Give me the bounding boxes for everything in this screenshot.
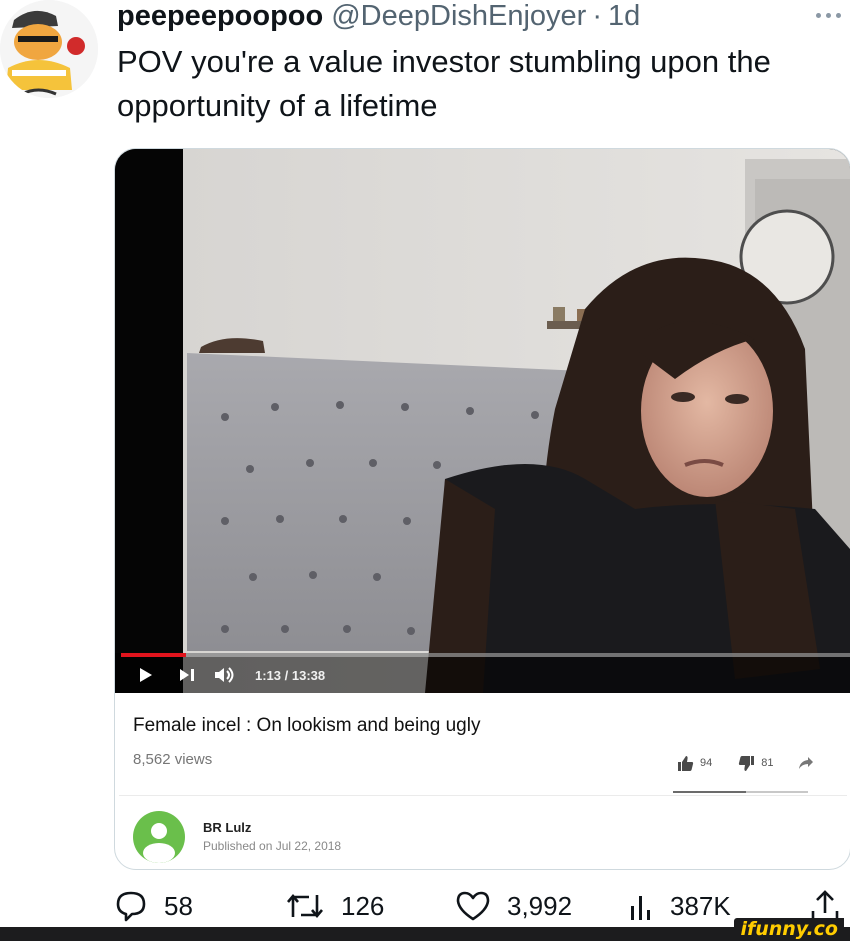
video-title[interactable]: Female incel : On lookism and being ugly: [133, 715, 480, 737]
video-frame-image: [115, 149, 850, 693]
channel-name[interactable]: BR Lulz: [203, 820, 251, 835]
volume-icon[interactable]: [213, 666, 237, 684]
next-icon[interactable]: [177, 666, 197, 684]
tweet-like-count: 3,992: [507, 890, 573, 921]
tweet-engagement-bar: 58 126 3,992 387K: [0, 885, 850, 927]
avatar-illustration: [0, 0, 98, 98]
ifunny-watermark: ifunny.co: [734, 918, 844, 941]
retweet-button[interactable]: 126: [285, 885, 384, 927]
user-handle[interactable]: @DeepDishEnjoyer: [331, 0, 586, 32]
like-tweet-button[interactable]: 3,992: [455, 885, 572, 927]
dislike-count: 81: [761, 757, 774, 769]
reply-icon: [116, 891, 146, 922]
retweet-count: 126: [341, 890, 385, 921]
more-dot: [835, 12, 841, 18]
video-view-count: 8,562 views: [133, 751, 213, 768]
thumbs-up-icon: [678, 755, 694, 771]
video-controls: 1:13 / 13:38: [115, 657, 850, 693]
more-options-button[interactable]: [808, 6, 848, 24]
display-name[interactable]: peepeepoopoo: [117, 0, 323, 32]
thumbs-down-icon: [739, 755, 755, 771]
reply-button[interactable]: 58: [114, 885, 193, 927]
view-count: 387K: [670, 890, 731, 921]
like-icon: [456, 891, 490, 921]
play-icon[interactable]: [137, 666, 155, 684]
publish-date: Published on Jul 22, 2018: [203, 839, 342, 853]
more-dot: [825, 12, 831, 18]
tweet-timestamp[interactable]: 1d: [608, 0, 640, 32]
video-player[interactable]: 1:13 / 13:38: [115, 149, 850, 693]
like-ratio-fill: [673, 791, 746, 793]
reply-count: 58: [164, 890, 193, 921]
like-dislike-ratio-bar: [673, 791, 808, 793]
like-button[interactable]: 94: [677, 755, 712, 772]
tweet-text: POV you're a value investor stumbling up…: [117, 44, 771, 123]
share-icon[interactable]: [798, 756, 814, 770]
video-time-readout: 1:13 / 13:38: [255, 667, 326, 683]
watermark-bar: [0, 927, 850, 941]
more-horizontal-icon: [815, 12, 821, 18]
dislike-button[interactable]: 81: [738, 755, 774, 772]
views-button[interactable]: 387K: [628, 885, 731, 927]
user-avatar[interactable]: [0, 0, 98, 98]
tweet-header: peepeepoopoo @DeepDishEnjoyer · 1d: [117, 0, 640, 32]
views-icon: [631, 896, 650, 920]
divider: [119, 795, 847, 796]
retweet-icon: [287, 893, 323, 919]
channel-avatar[interactable]: [133, 811, 185, 863]
default-avatar-icon: [143, 823, 175, 863]
separator-dot: ·: [592, 0, 603, 32]
media-card[interactable]: 1:13 / 13:38 Female incel : On lookism a…: [114, 148, 850, 870]
like-count: 94: [700, 757, 713, 769]
video-actions: 94 81: [677, 753, 847, 773]
